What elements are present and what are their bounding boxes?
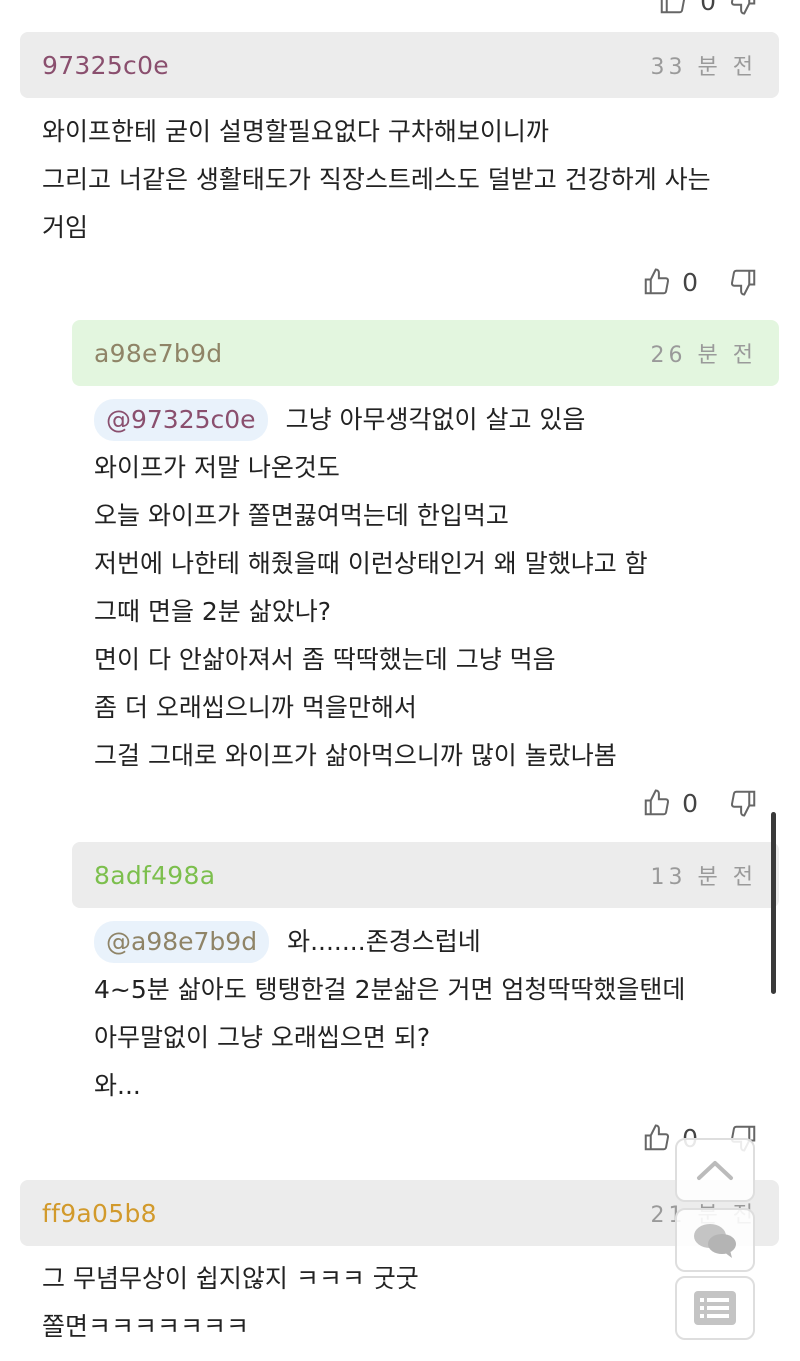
vote-row: 0 — [642, 262, 758, 302]
comment-time: 26 분 전 — [650, 343, 757, 368]
thumbs-up-icon[interactable] — [642, 788, 672, 818]
comment-header: ff9a05b8 21 분 전 — [20, 1180, 779, 1246]
comment-header: 97325c0e 33 분 전 — [20, 32, 779, 98]
mention-tag[interactable]: @97325c0e — [94, 399, 268, 441]
comment-body: 와이프한테 굳이 설명할필요없다 구차해보이니까 그리고 너같은 생활태도가 직… — [42, 108, 711, 252]
thumbs-down-icon[interactable] — [728, 267, 758, 297]
scroll-top-button[interactable] — [675, 1138, 755, 1202]
comments-button[interactable] — [675, 1208, 755, 1272]
comment-line: 쫄면ㅋㅋㅋㅋㅋㅋㅋ — [42, 1312, 250, 1341]
comment-line: 와.......존경스럽네 — [287, 927, 481, 956]
thumbs-up-icon[interactable] — [658, 0, 688, 16]
thumbs-down-icon[interactable] — [728, 788, 758, 818]
comment-author[interactable]: 8adf498a — [94, 861, 215, 890]
comment-line: 와이프가 저말 나온것도 — [94, 453, 340, 482]
mention-tag[interactable]: @a98e7b9d — [94, 921, 270, 963]
comment-time: 33 분 전 — [650, 55, 757, 80]
vote-row: 0 — [642, 783, 758, 823]
comment-body: 그 무념무상이 쉽지않지 ㅋㅋㅋ 굿굿 쫄면ㅋㅋㅋㅋㅋㅋㅋ — [42, 1255, 419, 1351]
chat-bubbles-icon — [690, 1220, 740, 1260]
comment-line: 4~5분 삶아도 탱탱한걸 2분삶은 거면 엄청딱딱했을탠데 — [94, 975, 686, 1004]
comment-line: 면이 다 안삶아져서 좀 딱딱했는데 그냥 먹음 — [94, 645, 556, 674]
scrollbar[interactable] — [771, 812, 776, 994]
comment-line: 와... — [94, 1071, 141, 1100]
like-count: 0 — [682, 788, 698, 818]
reply-body: @a98e7b9d 와.......존경스럽네 4~5분 삶아도 탱탱한걸 2분삶… — [94, 918, 685, 1110]
comment-line: 아무말없이 그냥 오래씹으면 되? — [94, 1023, 431, 1052]
reply-header: a98e7b9d 26 분 전 — [72, 320, 779, 386]
comment-line: 오늘 와이프가 쫄면끓여먹는데 한입먹고 — [94, 501, 509, 530]
comment-line: 그 무념무상이 쉽지않지 ㅋㅋㅋ 굿굿 — [42, 1264, 419, 1293]
thumbs-up-icon[interactable] — [642, 1123, 672, 1153]
comment-line: 그냥 아무생각없이 살고 있음 — [285, 405, 586, 434]
comment-line: 그때 면을 2분 삶았나? — [94, 597, 332, 626]
comment-line: 그걸 그대로 와이프가 삶아먹으니까 많이 놀랐나봄 — [94, 741, 617, 770]
partial-vote-row: 0 — [0, 0, 800, 20]
thumbs-down-icon[interactable] — [728, 0, 758, 16]
comment-author[interactable]: 97325c0e — [42, 51, 169, 80]
thumbs-up-icon[interactable] — [642, 267, 672, 297]
comment-line: 좀 더 오래씹으니까 먹을만해서 — [94, 693, 417, 722]
comment-author[interactable]: ff9a05b8 — [42, 1199, 157, 1228]
comment-time: 13 분 전 — [650, 865, 757, 890]
comment-line: 그리고 너같은 생활태도가 직장스트레스도 덜받고 건강하게 사는 — [42, 165, 711, 194]
reply-header: 8adf498a 13 분 전 — [72, 842, 779, 908]
chevron-up-icon — [695, 1158, 735, 1182]
list-button[interactable] — [675, 1276, 755, 1340]
like-count: 0 — [682, 267, 698, 297]
like-count: 0 — [700, 0, 716, 16]
comment-author[interactable]: a98e7b9d — [94, 339, 222, 368]
comment-line: 저번에 나한테 해줬을때 이런상태인거 왜 말했냐고 함 — [94, 549, 648, 578]
comment-line: 거임 — [42, 213, 89, 242]
reply-body: @97325c0e 그냥 아무생각없이 살고 있음 와이프가 저말 나온것도 오늘… — [94, 396, 648, 780]
list-icon — [693, 1290, 737, 1326]
comment-line: 와이프한테 굳이 설명할필요없다 구차해보이니까 — [42, 117, 549, 146]
